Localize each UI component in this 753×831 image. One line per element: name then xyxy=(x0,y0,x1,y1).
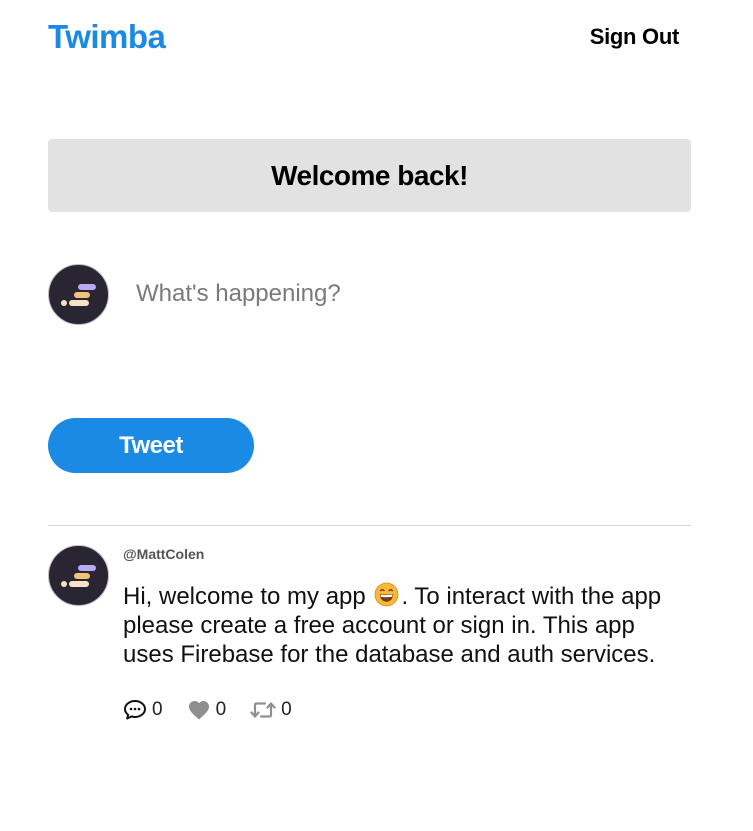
retweet-icon xyxy=(250,702,276,718)
top-bar: Twimba Sign Out xyxy=(48,14,679,60)
avatar-logo-icon xyxy=(61,284,96,306)
welcome-banner: Welcome back! xyxy=(48,139,691,212)
comment-icon xyxy=(124,700,146,720)
grinning-face-icon xyxy=(375,582,399,607)
tweet-author-avatar xyxy=(48,545,109,606)
tweet-actions: 0 0 0 xyxy=(123,699,683,721)
tweet-text-part-1: Hi, welcome to my app xyxy=(123,583,366,610)
divider xyxy=(48,525,691,526)
tweet-text: Hi, welcome to my app . To interact with… xyxy=(123,582,683,669)
like-action[interactable]: 0 xyxy=(187,699,227,721)
avatar-logo-icon xyxy=(61,565,96,587)
app-logo[interactable]: Twimba xyxy=(48,18,166,56)
user-avatar xyxy=(48,264,109,325)
like-count: 0 xyxy=(215,699,227,720)
tweet-body: @MattColen Hi, welcome to my app . To in… xyxy=(123,545,683,721)
retweet-action[interactable]: 0 xyxy=(250,699,292,721)
reply-action[interactable]: 0 xyxy=(123,699,163,721)
welcome-title: Welcome back! xyxy=(271,159,468,191)
reply-count: 0 xyxy=(152,699,163,720)
tweet-button[interactable]: Tweet xyxy=(48,418,254,473)
tweet-composer-input[interactable] xyxy=(124,272,684,382)
sign-out-button[interactable]: Sign Out xyxy=(590,24,680,50)
retweet-count: 0 xyxy=(281,699,292,720)
heart-icon xyxy=(188,701,209,720)
tweet-handle[interactable]: @MattColen xyxy=(123,546,683,562)
